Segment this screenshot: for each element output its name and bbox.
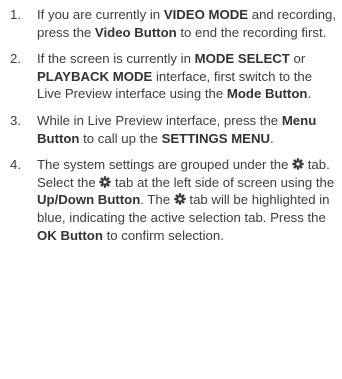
step-text: The system settings are grouped under th…	[37, 156, 338, 244]
step-text-run: .	[270, 130, 274, 146]
step-number: 2.	[10, 51, 21, 67]
bold-term: Up/Down Button	[37, 192, 141, 208]
step-text-run: . The	[140, 192, 174, 208]
step-text-run: If the screen is currently in	[37, 51, 195, 67]
step-number: 4.	[10, 157, 21, 173]
bold-term: OK Button	[37, 227, 103, 243]
step-text: If the screen is currently in MODE SELEC…	[37, 50, 338, 103]
bold-term: VIDEO MODE	[163, 7, 249, 22]
step-text-run: The system settings are grouped under th…	[37, 157, 293, 173]
step-number: 1.	[10, 7, 21, 22]
step-text-run: While in Live Preview interface, press t…	[37, 112, 282, 128]
step-number: 3.	[10, 112, 21, 128]
gear-icon	[174, 193, 186, 206]
step-text-run: or	[289, 51, 306, 67]
step-text-run: to end the recording first.	[176, 24, 327, 40]
bold-term: SETTINGS MENU	[161, 130, 271, 146]
bold-term: MODE SELECT	[194, 51, 290, 67]
step-text-run: tab at the left side of screen using the	[111, 174, 335, 190]
step-item: 4. The system settings are grouped under …	[0, 156, 338, 244]
steps-list: 1. If you are currently in VIDEO MODE and…	[0, 6, 338, 244]
bold-term: PLAYBACK MODE	[37, 68, 153, 84]
gear-icon	[99, 176, 112, 188]
step-item: 2. If the screen is currently in MODE SEL…	[0, 50, 338, 103]
step-text-run: If you are currently in	[37, 7, 164, 22]
step-text: While in Live Preview interface, press t…	[37, 112, 338, 147]
step-text-run: to call up the	[79, 130, 162, 146]
gear-icon	[292, 158, 304, 170]
step-text-run: .	[307, 86, 312, 102]
bold-term: Video Button	[94, 24, 177, 40]
step-item: 3. While in Live Preview interface, press…	[0, 112, 338, 147]
instruction-document: 1. If you are currently in VIDEO MODE and…	[0, 0, 342, 379]
bold-term: Mode Button	[226, 86, 308, 102]
step-text: If you are currently in VIDEO MODE and r…	[37, 6, 338, 41]
step-item: 1. If you are currently in VIDEO MODE and…	[0, 6, 338, 41]
step-text-run: to confirm selection.	[102, 227, 224, 243]
